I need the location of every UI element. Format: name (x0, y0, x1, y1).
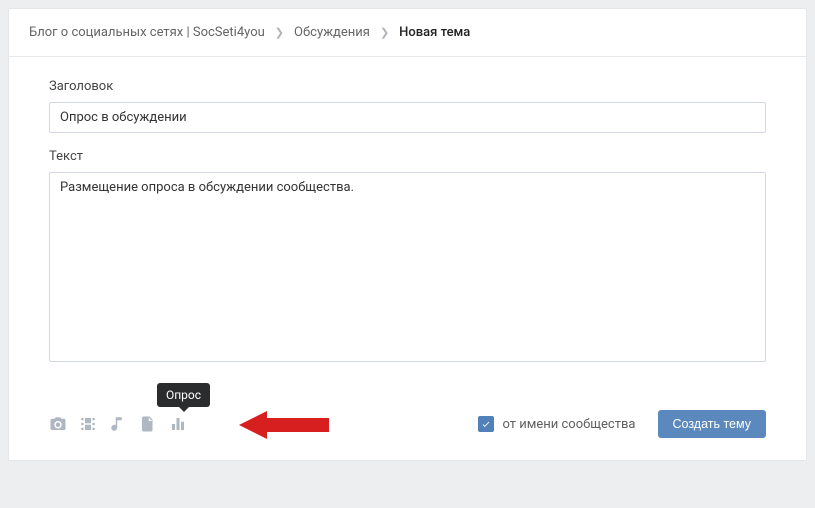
video-icon[interactable] (79, 415, 97, 433)
music-icon[interactable] (109, 415, 127, 433)
footer-row: Опрос от имени сообщества Создать тему (49, 410, 766, 438)
form-area: Заголовок Текст (9, 57, 806, 460)
annotation-arrow (239, 405, 329, 445)
as-community-checkbox[interactable]: от имени сообщества (478, 416, 635, 432)
as-community-label: от имени сообщества (502, 417, 635, 432)
body-textarea[interactable] (49, 172, 766, 362)
poll-icon[interactable] (169, 415, 187, 433)
create-topic-button[interactable]: Создать тему (658, 410, 767, 438)
document-icon[interactable] (139, 415, 157, 433)
chevron-right-icon: ❯ (275, 26, 284, 39)
camera-icon[interactable] (49, 415, 67, 433)
attach-toolbar: Опрос (49, 415, 187, 433)
poll-tooltip: Опрос (157, 383, 210, 407)
chevron-right-icon: ❯ (380, 26, 389, 39)
breadcrumb: Блог о социальных сетях | SocSeti4you ❯ … (9, 9, 806, 57)
checkmark-icon (478, 416, 494, 432)
title-label: Заголовок (49, 79, 766, 94)
breadcrumb-group[interactable]: Блог о социальных сетях | SocSeti4you (29, 25, 265, 40)
body-label: Текст (49, 149, 766, 164)
topic-create-card: Блог о социальных сетях | SocSeti4you ❯ … (8, 8, 807, 461)
breadcrumb-section[interactable]: Обсуждения (294, 25, 370, 40)
title-input[interactable] (49, 102, 766, 133)
breadcrumb-current: Новая тема (399, 25, 470, 40)
